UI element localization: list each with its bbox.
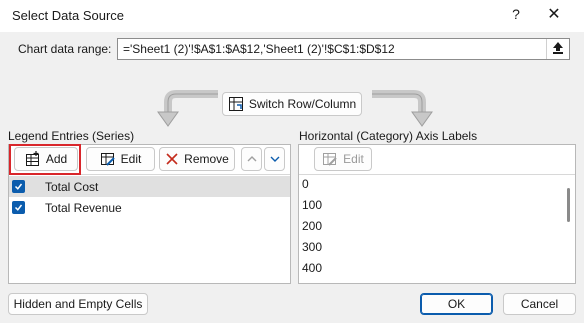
edit-table-icon: [323, 153, 337, 166]
ok-label: OK: [447, 297, 466, 311]
edit-axis-label: Edit: [343, 152, 364, 166]
move-down-button[interactable]: [264, 147, 285, 171]
series-name: Total Cost: [45, 179, 99, 194]
axis-label-item[interactable]: 400: [299, 258, 569, 279]
move-up-button[interactable]: [241, 147, 262, 171]
legend-entries-heading: Legend Entries (Series): [8, 129, 135, 143]
remove-series-button[interactable]: Remove: [159, 147, 235, 171]
cancel-button[interactable]: Cancel: [503, 293, 576, 315]
axis-list-scrollbar[interactable]: [567, 188, 570, 222]
left-curved-arrow-icon: [157, 90, 218, 127]
chevron-down-icon: [270, 156, 279, 162]
axis-label-item[interactable]: 100: [299, 195, 569, 216]
switch-grid-icon: [228, 97, 243, 111]
axis-label-list: 0 100 200 300 400: [299, 174, 569, 279]
axis-label-item[interactable]: 0: [299, 174, 569, 195]
collapse-range-button[interactable]: [546, 39, 568, 59]
series-item-total-cost[interactable]: Total Cost: [9, 176, 290, 197]
edit-axis-labels-button[interactable]: Edit: [314, 147, 372, 171]
remove-label: Remove: [184, 152, 229, 166]
check-icon: [14, 183, 23, 190]
remove-x-icon: [166, 153, 178, 165]
help-button[interactable]: ?: [508, 6, 524, 24]
edit-table-icon: [100, 153, 115, 166]
chart-range-value: ='Sheet1 (2)'!$A$1:$A$12,'Sheet1 (2)'!$C…: [123, 42, 395, 56]
series-list: Total Cost Total Revenue: [9, 176, 290, 218]
chart-range-input[interactable]: ='Sheet1 (2)'!$A$1:$A$12,'Sheet1 (2)'!$C…: [117, 38, 570, 60]
axis-label-item[interactable]: 300: [299, 237, 569, 258]
edit-series-button[interactable]: Edit: [86, 147, 155, 171]
series-checkbox-total-cost[interactable]: [12, 180, 25, 193]
hidden-empty-cells-label: Hidden and Empty Cells: [13, 297, 143, 311]
chart-range-label: Chart data range:: [18, 42, 112, 56]
series-name: Total Revenue: [45, 200, 122, 215]
add-highlight-box: [9, 144, 81, 175]
close-button[interactable]: ✕: [544, 5, 564, 25]
cancel-label: Cancel: [520, 297, 559, 311]
right-curved-arrow-icon: [372, 90, 433, 127]
switch-row-column-label: Switch Row/Column: [248, 97, 357, 111]
dialog-title: Select Data Source: [12, 8, 125, 23]
series-item-total-revenue[interactable]: Total Revenue: [9, 197, 290, 218]
chevron-up-icon: [247, 156, 256, 162]
check-icon: [14, 204, 23, 211]
axis-labels-heading: Horizontal (Category) Axis Labels: [299, 129, 478, 143]
switch-row-column-button[interactable]: Switch Row/Column: [222, 92, 362, 116]
series-checkbox-total-revenue[interactable]: [12, 201, 25, 214]
edit-label: Edit: [120, 152, 142, 166]
ok-button[interactable]: OK: [420, 293, 493, 315]
upload-arrow-icon: [552, 42, 563, 54]
axis-label-item[interactable]: 200: [299, 216, 569, 237]
hidden-empty-cells-button[interactable]: Hidden and Empty Cells: [8, 293, 148, 315]
